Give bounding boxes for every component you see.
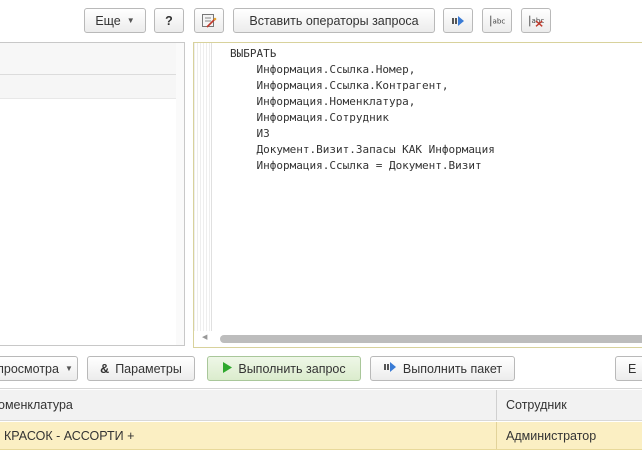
insert-query-operators-button[interactable]: Вставить операторы запроса — [233, 8, 435, 33]
more-button-label: Еще — [95, 13, 121, 28]
spell-check-clear-icon: abc — [528, 14, 544, 28]
dropdown-caret-icon: ▼ — [64, 364, 73, 373]
ampersand-icon: & — [100, 361, 110, 376]
column-separator — [496, 422, 497, 449]
editor-horizontal-scrollbar[interactable]: ◀ — [198, 333, 642, 345]
query-tree-panel[interactable] — [0, 42, 185, 346]
query-code[interactable]: ВЫБРАТЬ Информация.Ссылка.Номер, Информа… — [230, 46, 495, 174]
insert-query-operators-label: Вставить операторы запроса — [249, 13, 419, 28]
scrollbar-thumb[interactable] — [220, 335, 642, 343]
table-row[interactable]: КРАСОК - АССОРТИ + Администратор — [0, 422, 642, 450]
spell-check-icon: abc — [489, 14, 505, 28]
execute-query-label: Выполнить запрос — [238, 361, 346, 376]
view-mode-label: просмотра — [0, 361, 59, 376]
clear-spell-check-button[interactable]: abc — [521, 8, 551, 33]
column-header-nomenclature[interactable]: оменклатура — [0, 390, 488, 420]
query-wizard-button[interactable] — [194, 8, 224, 33]
parameters-button[interactable]: & Параметры — [87, 356, 195, 381]
dropdown-caret-icon: ▼ — [126, 16, 135, 25]
cell-employee: Администратор — [506, 428, 597, 443]
query-tree-row[interactable] — [0, 75, 184, 99]
parameters-label: Параметры — [115, 361, 182, 376]
cell-nomenclature: КРАСОК - АССОРТИ + — [4, 428, 135, 443]
execute-query-button[interactable]: Выполнить запрос — [207, 356, 361, 381]
column-header-employee[interactable]: Сотрудник — [506, 390, 636, 420]
play-icon — [222, 361, 233, 376]
svg-text:abc: abc — [493, 16, 505, 25]
run-arrow-icon — [450, 14, 466, 28]
result-table-header: оменклатура Сотрудник — [0, 390, 642, 421]
query-tree-scrollbar[interactable] — [176, 43, 184, 345]
execute-batch-label: Выполнить пакет — [402, 361, 503, 376]
run-batch-icon — [383, 361, 397, 376]
column-separator[interactable] — [496, 390, 497, 420]
spell-check-button[interactable]: abc — [482, 8, 512, 33]
scroll-left-icon[interactable]: ◀ — [202, 333, 207, 341]
section-divider — [0, 388, 642, 389]
query-text-editor[interactable]: ВЫБРАТЬ Информация.Ссылка.Номер, Информа… — [193, 42, 642, 348]
right-cut-button[interactable]: Е — [615, 356, 642, 381]
help-button[interactable]: ? — [154, 8, 184, 33]
more-button[interactable]: Еще ▼ — [84, 8, 146, 33]
execute-batch-button[interactable]: Выполнить пакет — [370, 356, 515, 381]
right-cut-label: Е — [628, 361, 637, 376]
help-button-label: ? — [165, 13, 173, 28]
execute-selection-button[interactable] — [443, 8, 473, 33]
query-wizard-icon — [201, 13, 217, 28]
query-tree-header — [0, 43, 184, 75]
editor-gutter — [194, 43, 212, 331]
view-mode-button[interactable]: просмотра ▼ — [0, 356, 78, 381]
query-console-window: Еще ▼ ? Вставить операторы запроса abc a… — [0, 0, 642, 457]
